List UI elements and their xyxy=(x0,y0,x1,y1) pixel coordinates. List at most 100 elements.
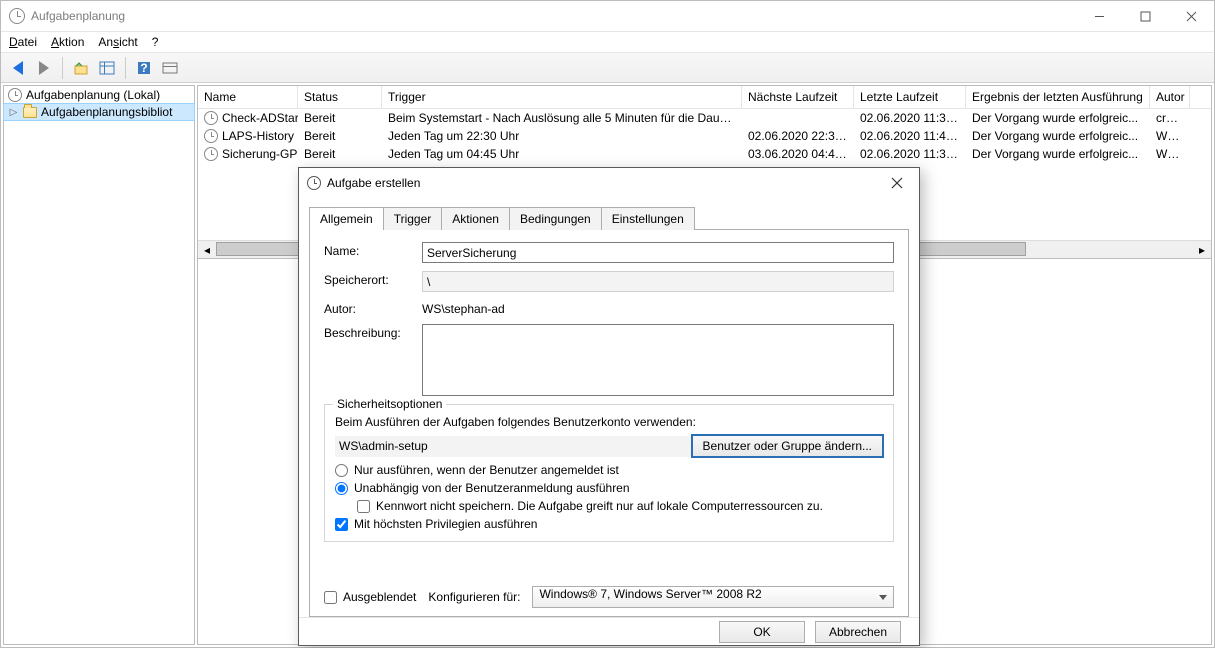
up-button[interactable] xyxy=(70,57,92,79)
account-value xyxy=(335,436,692,457)
location-label: Speicherort: xyxy=(324,271,422,287)
row-trigger: Jeden Tag um 04:45 Uhr xyxy=(382,145,742,163)
tab-bedingungen[interactable]: Bedingungen xyxy=(509,207,602,230)
author-label: Autor: xyxy=(324,300,422,316)
menu-help[interactable]: ? xyxy=(152,35,159,49)
security-legend: Sicherheitsoptionen xyxy=(333,397,446,411)
col-last[interactable]: Letzte Laufzeit xyxy=(854,86,966,108)
col-status[interactable]: Status xyxy=(298,86,382,108)
window-title: Aufgabenplanung xyxy=(31,9,125,23)
radio-run-loggedon[interactable] xyxy=(335,464,348,477)
menubar: Datei Aktion Ansicht ? xyxy=(1,32,1214,53)
settings-button[interactable] xyxy=(159,57,181,79)
dialog-title: Aufgabe erstellen xyxy=(327,176,420,190)
row-name: Check-ADStart xyxy=(222,111,298,125)
maximize-button[interactable] xyxy=(1122,1,1168,32)
check-highest-priv[interactable] xyxy=(335,518,348,531)
col-next[interactable]: Nächste Laufzeit xyxy=(742,86,854,108)
cancel-button[interactable]: Abbrechen xyxy=(815,621,901,643)
scroll-right-button[interactable]: ▸ xyxy=(1193,241,1211,258)
forward-button[interactable] xyxy=(33,57,55,79)
radio-run-always-label: Unabhängig von der Benutzeranmeldung aus… xyxy=(354,481,630,495)
tree-root[interactable]: Aufgabenplanung (Lokal) xyxy=(4,86,194,104)
clock-icon xyxy=(204,147,218,161)
toolbar: ? xyxy=(1,53,1214,83)
row-result: Der Vorgang wurde erfolgreic... xyxy=(966,109,1150,127)
configure-for-label: Konfigurieren für: xyxy=(428,590,520,604)
dialog-buttons: OK Abbrechen xyxy=(299,617,919,645)
description-label: Beschreibung: xyxy=(324,324,422,340)
check-no-password[interactable] xyxy=(357,500,370,513)
panes-button[interactable] xyxy=(96,57,118,79)
folder-icon xyxy=(23,107,37,118)
row-author: WS\sy xyxy=(1150,127,1190,145)
tree-library[interactable]: ▷ Aufgabenplanungsbibliot xyxy=(3,103,195,121)
clock-icon xyxy=(9,8,25,24)
col-name[interactable]: Name xyxy=(198,86,298,108)
row-next: 02.06.2020 22:30:00 xyxy=(742,127,854,145)
col-result[interactable]: Ergebnis der letzten Ausführung xyxy=(966,86,1150,108)
tab-aktionen[interactable]: Aktionen xyxy=(441,207,510,230)
security-options-group: Sicherheitsoptionen Beim Ausführen der A… xyxy=(324,404,894,542)
row-name: Sicherung-GPO xyxy=(222,147,298,161)
row-trigger: Beim Systemstart - Nach Auslösung alle 5… xyxy=(382,109,742,127)
svg-text:?: ? xyxy=(140,61,147,75)
col-trigger[interactable]: Trigger xyxy=(382,86,742,108)
row-status: Bereit xyxy=(298,145,382,163)
row-status: Bereit xyxy=(298,109,382,127)
tab-trigger[interactable]: Trigger xyxy=(383,207,443,230)
clock-icon xyxy=(204,111,218,125)
tab-panel-allgemein: Name: Speicherort: Autor: WS\stephan-ad … xyxy=(309,229,909,617)
row-status: Bereit xyxy=(298,127,382,145)
row-name: LAPS-History xyxy=(222,129,294,143)
tab-einstellungen[interactable]: Einstellungen xyxy=(601,207,695,230)
name-label: Name: xyxy=(324,242,422,258)
expand-icon[interactable]: ▷ xyxy=(8,107,19,118)
table-header[interactable]: Name Status Trigger Nächste Laufzeit Let… xyxy=(198,86,1211,109)
back-button[interactable] xyxy=(7,57,29,79)
author-value: WS\stephan-ad xyxy=(422,300,505,316)
dialog-close-button[interactable] xyxy=(875,168,919,198)
change-user-button[interactable]: Benutzer oder Gruppe ändern... xyxy=(692,435,883,457)
row-last: 02.06.2020 11:49:15 xyxy=(854,127,966,145)
scroll-left-button[interactable]: ◂ xyxy=(198,241,216,258)
account-label: Beim Ausführen der Aufgaben folgendes Be… xyxy=(335,415,883,429)
table-row[interactable]: LAPS-History BereitJeden Tag um 22:30 Uhr… xyxy=(198,127,1211,145)
row-result: Der Vorgang wurde erfolgreic... xyxy=(966,127,1150,145)
row-last: 02.06.2020 11:39:44 xyxy=(854,145,966,163)
row-author: crashw xyxy=(1150,109,1190,127)
tree-pane[interactable]: Aufgabenplanung (Lokal) ▷ Aufgabenplanun… xyxy=(3,85,195,645)
row-next: 03.06.2020 04:45:00 xyxy=(742,145,854,163)
location-value xyxy=(422,271,894,292)
create-task-dialog: Aufgabe erstellen Allgemein Trigger Akti… xyxy=(298,167,920,646)
tab-allgemein[interactable]: Allgemein xyxy=(309,207,384,230)
tree-library-label: Aufgabenplanungsbibliot xyxy=(41,105,172,119)
menu-datei[interactable]: Datei xyxy=(9,35,37,49)
row-trigger: Jeden Tag um 22:30 Uhr xyxy=(382,127,742,145)
help-button[interactable]: ? xyxy=(133,57,155,79)
description-input[interactable] xyxy=(422,324,894,396)
col-author[interactable]: Autor xyxy=(1150,86,1190,108)
menu-aktion[interactable]: Aktion xyxy=(51,35,84,49)
configure-for-value: Windows® 7, Windows Server™ 2008 R2 xyxy=(539,587,761,601)
menu-ansicht[interactable]: Ansicht xyxy=(98,35,137,49)
table-row[interactable]: Check-ADStartBereitBeim Systemstart - Na… xyxy=(198,109,1211,127)
check-hidden[interactable] xyxy=(324,591,337,604)
table-row[interactable]: Sicherung-GPOBereitJeden Tag um 04:45 Uh… xyxy=(198,145,1211,163)
radio-run-always[interactable] xyxy=(335,482,348,495)
titlebar[interactable]: Aufgabenplanung xyxy=(1,1,1214,32)
configure-for-select[interactable]: Windows® 7, Windows Server™ 2008 R2 xyxy=(532,586,894,608)
minimize-button[interactable] xyxy=(1076,1,1122,32)
close-button[interactable] xyxy=(1168,1,1214,32)
row-next xyxy=(742,109,854,127)
name-input[interactable] xyxy=(422,242,894,263)
row-result: Der Vorgang wurde erfolgreic... xyxy=(966,145,1150,163)
row-last: 02.06.2020 11:37:19 xyxy=(854,109,966,127)
clock-icon xyxy=(204,129,218,143)
check-hidden-label: Ausgeblendet xyxy=(343,590,416,604)
row-author: WS\sy xyxy=(1150,145,1190,163)
clock-icon xyxy=(8,88,22,102)
dialog-titlebar[interactable]: Aufgabe erstellen xyxy=(299,168,919,198)
check-highest-priv-label: Mit höchsten Privilegien ausführen xyxy=(354,517,537,531)
ok-button[interactable]: OK xyxy=(719,621,805,643)
